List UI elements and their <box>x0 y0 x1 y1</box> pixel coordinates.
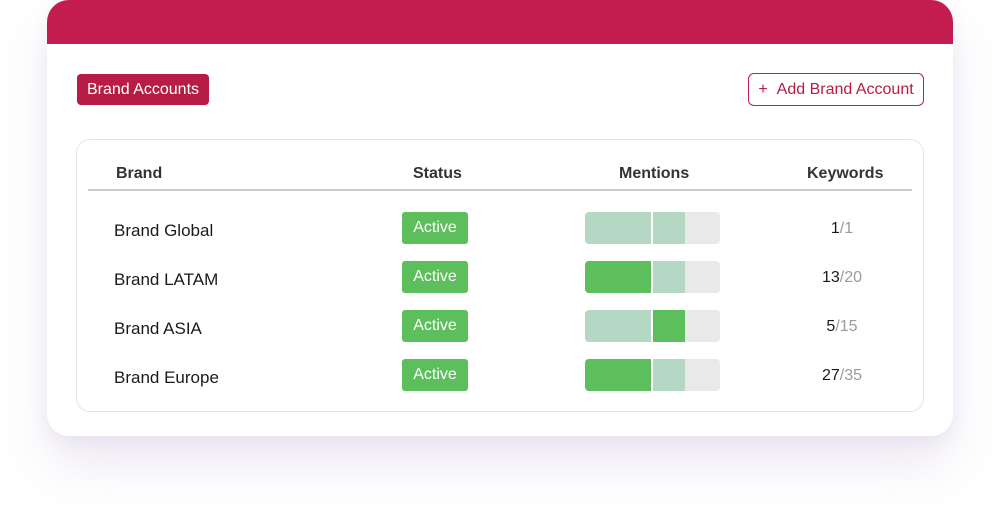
table-row[interactable]: Brand LATAM Active 13/20 <box>77 261 923 301</box>
brand-name: Brand LATAM <box>114 270 219 289</box>
table-header: Brand Status Mentions Keywords <box>88 140 912 191</box>
keywords-count: 1/1 <box>830 220 854 237</box>
column-header-keywords: Keywords <box>807 165 884 182</box>
brand-table: Brand Status Mentions Keywords Brand Glo… <box>76 139 924 412</box>
mentions-bar-segment <box>585 261 651 293</box>
add-brand-account-label: Add Brand Account <box>776 81 914 98</box>
page-title: Brand Accounts <box>77 74 209 105</box>
keywords-count: 13/20 <box>821 269 863 286</box>
mentions-bar <box>585 359 720 391</box>
mentions-bar <box>585 212 720 244</box>
mentions-bar <box>585 261 720 293</box>
mentions-bar-segment <box>653 310 685 342</box>
status-badge: Active <box>402 310 468 342</box>
mentions-bar-segment <box>653 261 685 293</box>
status-badge: Active <box>402 261 468 293</box>
keywords-count: 5/15 <box>826 318 858 335</box>
mentions-bar-segment <box>653 212 685 244</box>
column-header-status: Status <box>413 165 462 182</box>
mentions-bar-segment <box>653 359 685 391</box>
brand-name: Brand ASIA <box>114 319 202 338</box>
table-row[interactable]: Brand Europe Active 27/35 <box>77 359 923 399</box>
keywords-count: 27/35 <box>821 367 863 384</box>
mentions-bar-segment <box>585 212 651 244</box>
card-header-bar <box>47 0 953 44</box>
column-header-mentions: Mentions <box>619 165 690 182</box>
add-brand-account-button[interactable]: + Add Brand Account <box>748 73 924 106</box>
status-badge: Active <box>402 212 468 244</box>
brand-name: Brand Europe <box>114 368 219 387</box>
brand-accounts-card: Brand Accounts + Add Brand Account Brand… <box>47 0 953 436</box>
plus-icon: + <box>758 80 768 98</box>
mentions-bar-segment <box>585 310 651 342</box>
mentions-bar-segment <box>585 359 651 391</box>
table-row[interactable]: Brand Global Active 1/1 <box>77 212 923 252</box>
column-header-brand: Brand <box>116 165 163 182</box>
brand-name: Brand Global <box>114 221 214 240</box>
status-badge: Active <box>402 359 468 391</box>
mentions-bar <box>585 310 720 342</box>
table-row[interactable]: Brand ASIA Active 5/15 <box>77 310 923 350</box>
